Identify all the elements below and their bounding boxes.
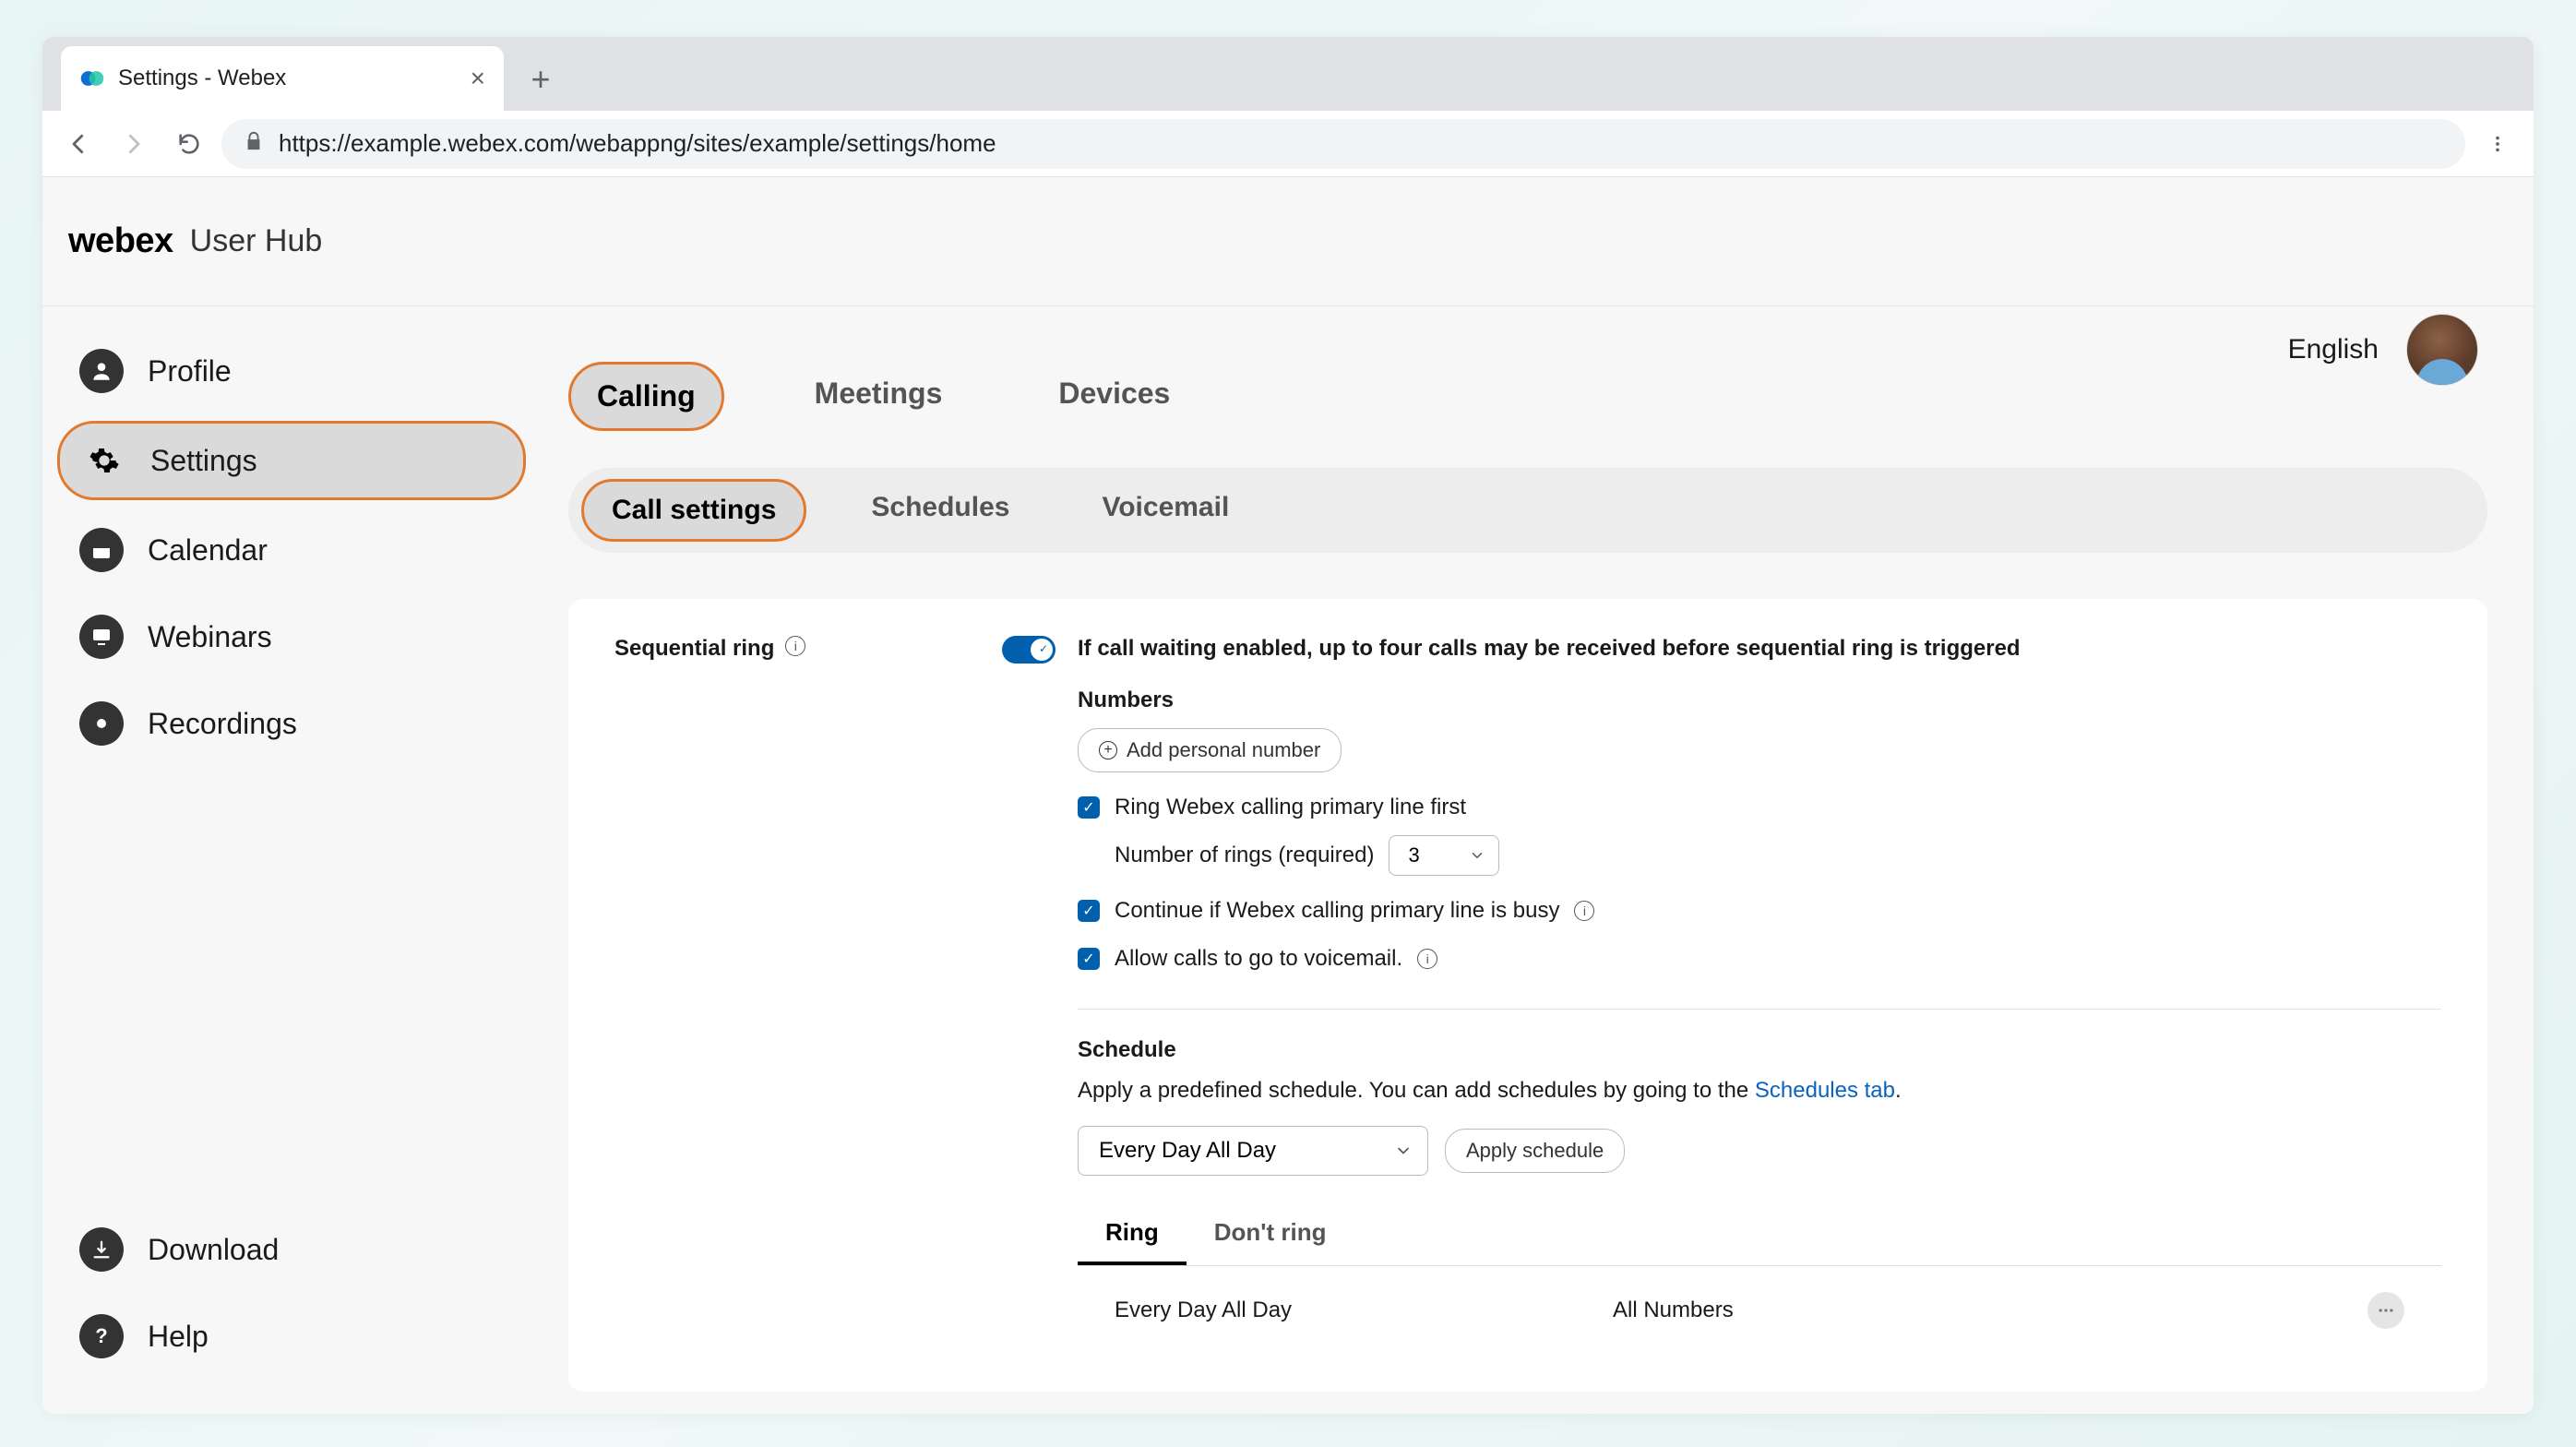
chevron-down-icon — [1394, 1142, 1413, 1160]
rings-value: 3 — [1408, 843, 1419, 867]
main-tabs: Calling Meetings Devices — [568, 362, 2487, 431]
person-icon — [79, 349, 124, 393]
number-of-rings-select[interactable]: 3 — [1389, 835, 1499, 876]
ring-tabs: Ring Don't ring — [1078, 1203, 2441, 1266]
sidebar-item-label: Recordings — [148, 707, 297, 741]
ring-primary-first-checkbox[interactable]: ✓ — [1078, 796, 1100, 819]
allow-voicemail-checkbox[interactable]: ✓ — [1078, 948, 1100, 970]
schedule-row: Every Day All Day All Numbers — [1078, 1266, 2441, 1355]
tab-title: Settings - Webex — [118, 66, 458, 91]
continue-if-busy-checkbox[interactable]: ✓ — [1078, 900, 1100, 922]
schedule-select[interactable]: Every Day All Day — [1078, 1126, 1428, 1176]
add-number-label: Add personal number — [1127, 738, 1320, 762]
setting-note: If call waiting enabled, up to four call… — [1078, 636, 2441, 662]
new-tab-button[interactable]: + — [513, 52, 568, 107]
schedule-desc-pre: Apply a predefined schedule. You can add… — [1078, 1078, 1755, 1103]
number-of-rings-label: Number of rings (required) — [1115, 843, 1374, 868]
sidebar-item-help[interactable]: ? Help — [57, 1299, 526, 1373]
tab-ring[interactable]: Ring — [1078, 1203, 1187, 1265]
add-personal-number-button[interactable]: + Add personal number — [1078, 728, 1342, 772]
sidebar-item-label: Help — [148, 1320, 209, 1354]
schedule-label: Schedule — [1078, 1037, 2441, 1063]
webex-favicon-icon — [79, 66, 105, 91]
tab-calling[interactable]: Calling — [568, 362, 724, 431]
divider — [1078, 1009, 2441, 1010]
sidebar-item-settings[interactable]: Settings — [57, 421, 526, 500]
calendar-icon — [79, 528, 124, 572]
chevron-down-icon — [1469, 847, 1485, 864]
info-icon[interactable]: i — [1417, 949, 1437, 969]
sequential-ring-toggle[interactable]: ✓ — [1002, 636, 1055, 664]
sidebar-item-label: Webinars — [148, 620, 272, 654]
sidebar-item-recordings[interactable]: Recordings — [57, 687, 526, 760]
sidebar-item-calendar[interactable]: Calendar — [57, 513, 526, 587]
schedule-row-scope: All Numbers — [1613, 1298, 2367, 1323]
info-icon[interactable]: i — [785, 636, 805, 656]
tab-meetings[interactable]: Meetings — [789, 362, 969, 431]
tab-dont-ring[interactable]: Don't ring — [1187, 1203, 1354, 1265]
sidebar: Profile Settings Calendar — [42, 306, 541, 1414]
app-subtitle: User Hub — [190, 223, 323, 259]
download-icon — [79, 1227, 124, 1272]
sub-tabs: Call settings Schedules Voicemail — [568, 468, 2487, 553]
schedule-desc-post: . — [1895, 1078, 1902, 1103]
browser-tab[interactable]: Settings - Webex × — [61, 46, 504, 111]
toolbar: https://example.webex.com/webappng/sites… — [42, 111, 2534, 177]
allow-voicemail-label: Allow calls to go to voicemail. — [1115, 946, 1402, 972]
row-actions-button[interactable] — [2367, 1292, 2404, 1329]
webinar-icon — [79, 615, 124, 659]
sidebar-item-label: Profile — [148, 354, 232, 389]
gear-icon — [82, 438, 126, 483]
sequential-ring-panel: Sequential ring i ✓ If call waiting enab… — [568, 599, 2487, 1392]
sidebar-item-label: Calendar — [148, 533, 268, 568]
top-right-controls: English — [2288, 314, 2478, 386]
lock-icon — [244, 131, 264, 156]
numbers-label: Numbers — [1078, 688, 2441, 713]
browser-window: Settings - Webex × + https://example.web… — [42, 37, 2534, 1414]
subtab-call-settings[interactable]: Call settings — [581, 479, 806, 542]
sidebar-item-label: Settings — [150, 444, 257, 478]
address-bar[interactable]: https://example.webex.com/webappng/sites… — [221, 119, 2465, 169]
reload-button[interactable] — [166, 121, 212, 167]
ring-primary-label: Ring Webex calling primary line first — [1115, 795, 1466, 820]
schedule-description: Apply a predefined schedule. You can add… — [1078, 1078, 2441, 1104]
schedules-tab-link[interactable]: Schedules tab — [1755, 1078, 1895, 1103]
sidebar-item-profile[interactable]: Profile — [57, 334, 526, 408]
record-icon — [79, 701, 124, 746]
user-avatar[interactable] — [2406, 314, 2478, 386]
subtab-voicemail[interactable]: Voicemail — [1074, 479, 1257, 542]
sidebar-item-download[interactable]: Download — [57, 1213, 526, 1286]
schedule-row-name: Every Day All Day — [1115, 1298, 1613, 1323]
app-header: webex User Hub — [42, 177, 2534, 306]
url-text: https://example.webex.com/webappng/sites… — [279, 129, 996, 158]
continue-if-busy-label: Continue if Webex calling primary line i… — [1115, 898, 1559, 924]
close-tab-icon[interactable]: × — [471, 64, 485, 93]
tab-devices[interactable]: Devices — [1032, 362, 1196, 431]
help-icon: ? — [79, 1314, 124, 1358]
back-button[interactable] — [55, 121, 101, 167]
app-root: webex User Hub Profile Settings — [42, 177, 2534, 1414]
apply-schedule-button[interactable]: Apply schedule — [1445, 1129, 1625, 1173]
tab-bar: Settings - Webex × + — [42, 37, 2534, 111]
main-content: English Calling Meetings Devices Call se… — [541, 306, 2534, 1414]
sidebar-item-label: Download — [148, 1233, 279, 1267]
info-icon[interactable]: i — [1574, 901, 1594, 921]
subtab-schedules[interactable]: Schedules — [843, 479, 1037, 542]
setting-title: Sequential ring — [614, 636, 774, 662]
sidebar-item-webinars[interactable]: Webinars — [57, 600, 526, 674]
apply-schedule-label: Apply schedule — [1466, 1139, 1604, 1163]
schedule-select-value: Every Day All Day — [1099, 1138, 1276, 1163]
app-wordmark: webex — [68, 221, 173, 261]
forward-button[interactable] — [111, 121, 157, 167]
language-selector[interactable]: English — [2288, 334, 2379, 365]
plus-icon: + — [1099, 741, 1117, 759]
browser-menu-button[interactable] — [2475, 121, 2521, 167]
